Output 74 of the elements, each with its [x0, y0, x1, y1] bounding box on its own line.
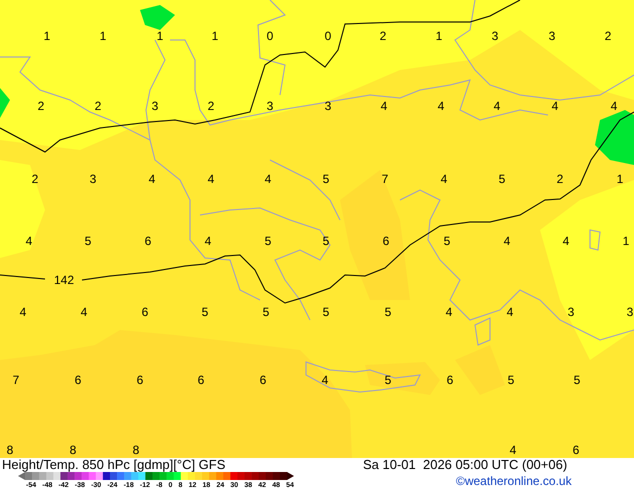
temperature-value: 6 — [446, 374, 454, 386]
temperature-value: 4 — [494, 100, 500, 112]
temperature-value: 4 — [322, 374, 328, 386]
temperature-value: 6 — [198, 374, 204, 386]
temperature-value: 4 — [552, 100, 558, 112]
temperature-value: 1 — [436, 30, 442, 42]
contour-label: 142 — [54, 274, 74, 286]
temperature-value: 5 — [262, 306, 270, 318]
temperature-value: 2 — [556, 173, 564, 185]
temperature-value: 2 — [94, 100, 102, 112]
temperature-value: 3 — [492, 30, 498, 42]
temperature-value: 4 — [20, 306, 26, 318]
temperature-value: 7 — [382, 173, 388, 185]
temperature-value: 4 — [510, 444, 516, 456]
chart-title: Height/Temp. 850 hPc [gdmp][°C] GFS — [2, 458, 226, 471]
temperature-value: 8 — [132, 444, 140, 456]
temperature-value: 3 — [548, 30, 556, 42]
temperature-value: 0 — [324, 30, 332, 42]
temperature-value: 4 — [562, 235, 570, 247]
temperature-value: 6 — [382, 235, 390, 247]
temperature-value: 4 — [208, 173, 214, 185]
temperature-value: 5 — [508, 374, 514, 386]
temperature-value: 3 — [152, 100, 158, 112]
credit-link[interactable]: ©weatheronline.co.uk — [456, 475, 572, 487]
temperature-value: 2 — [38, 100, 44, 112]
temperature-value: 4 — [380, 100, 388, 112]
temperature-value: 4 — [26, 235, 32, 247]
temperature-value: 5 — [202, 306, 208, 318]
temperature-value: 4 — [446, 306, 452, 318]
temperature-value: 8 — [6, 444, 14, 456]
temperature-value: 3 — [568, 306, 574, 318]
temperature-value: 5 — [574, 374, 580, 386]
temperature-value: 6 — [142, 306, 148, 318]
temperature-value: 4 — [80, 306, 88, 318]
temperature-value: 5 — [384, 374, 392, 386]
temperature-value: 6 — [144, 235, 152, 247]
temperature-value: 1 — [44, 30, 50, 42]
temperature-value: 4 — [440, 173, 448, 185]
temperature-value: 5 — [444, 235, 450, 247]
temperature-value: 5 — [322, 235, 330, 247]
temperature-value: 4 — [148, 173, 156, 185]
temperature-value: 8 — [70, 444, 76, 456]
temperature-value: 4 — [506, 306, 514, 318]
temperature-value: 1 — [622, 235, 630, 247]
temperature-value: 5 — [498, 173, 506, 185]
temperature-value: 0 — [266, 30, 274, 42]
temperature-value: 5 — [384, 306, 392, 318]
temperature-value: 3 — [626, 306, 634, 318]
temperature-value: 4 — [504, 235, 510, 247]
valid-time: Sa 10-01 2026 05:00 UTC (00+06) — [363, 458, 568, 471]
temperature-value: 3 — [324, 100, 332, 112]
temperature-value: 2 — [32, 173, 38, 185]
temperature-value: 4 — [264, 173, 272, 185]
temperature-value: 6 — [572, 444, 580, 456]
temperature-value: 2 — [208, 100, 214, 112]
temperature-value: 4 — [204, 235, 212, 247]
temperature-value: 6 — [136, 374, 144, 386]
temperature-value: 7 — [12, 374, 20, 386]
temperature-value: 6 — [74, 374, 82, 386]
temperature-value: 3 — [90, 173, 96, 185]
temperature-value: 5 — [322, 306, 330, 318]
temperature-value: 1 — [156, 30, 164, 42]
temperature-value: 1 — [616, 173, 624, 185]
temperature-value: 5 — [264, 235, 272, 247]
temperature-value: 2 — [604, 30, 612, 42]
temperature-value: 5 — [84, 235, 92, 247]
temperature-value: 4 — [438, 100, 444, 112]
temperature-value: 4 — [610, 100, 618, 112]
temperature-value: 1 — [212, 30, 218, 42]
temperature-value: 1 — [100, 30, 106, 42]
temperature-value: 5 — [322, 173, 330, 185]
temperature-value: 2 — [380, 30, 386, 42]
temperature-value: 3 — [266, 100, 274, 112]
temperature-value: 6 — [260, 374, 266, 386]
